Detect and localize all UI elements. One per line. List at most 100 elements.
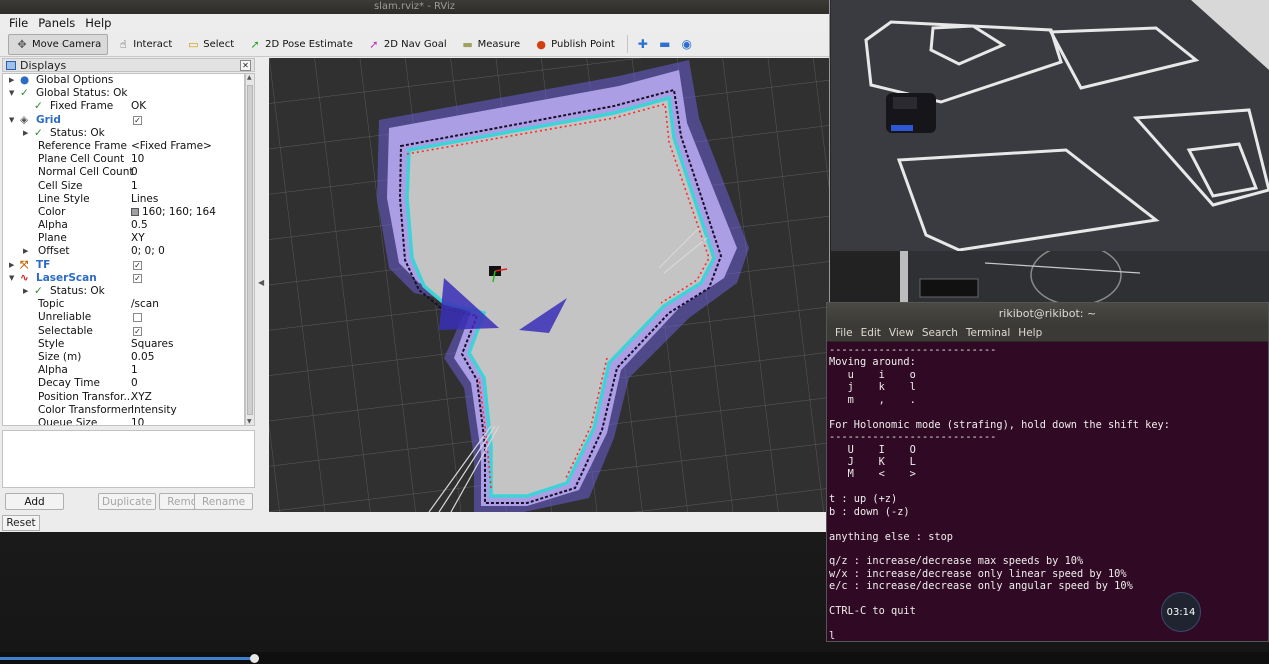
scrollbar-thumb[interactable] [247,85,253,415]
rviz-3d-view[interactable] [269,58,829,512]
tree-row-selectable[interactable]: Selectable ✓ [3,325,244,338]
tool-measure-button[interactable]: ▬ Measure [455,34,527,55]
row-value[interactable]: /scan [131,298,159,311]
row-value[interactable]: Intensity [131,404,177,417]
tool-interact-button[interactable]: ☝ Interact [110,34,178,55]
tree-row-status-ok[interactable]: ▶ ✓ Status: Ok [3,285,244,298]
scroll-down-icon[interactable]: ▼ [247,418,252,425]
tree-row-offset[interactable]: ▶ Offset 0; 0; 0 [3,245,244,258]
menu-file[interactable]: File [4,16,33,30]
terminal-menu-file[interactable]: File [831,327,857,339]
row-value[interactable]: Squares [131,338,173,351]
tree-row-global-options[interactable]: ▶ ● Global Options [3,74,244,87]
reset-button[interactable]: Reset [2,515,40,531]
tool-select-button[interactable]: ▭ Select [180,34,240,55]
expand-arrow-icon[interactable]: ▶ [23,285,28,298]
expand-arrow-icon[interactable]: ▶ [23,245,28,258]
row-checkbox[interactable]: ✓ [133,260,142,270]
tree-row-color-transformer[interactable]: Color Transformer Intensity [3,404,244,417]
collapse-arrow-icon[interactable]: ▼ [9,87,14,100]
tree-row-status-ok[interactable]: ▶ ✓ Status: Ok [3,127,244,140]
tool-2d-nav-goal-button[interactable]: ➚ 2D Nav Goal [361,34,453,55]
tree-row-plane[interactable]: Plane XY [3,232,244,245]
tree-row-size-m-[interactable]: Size (m) 0.05 [3,351,244,364]
map-canvas[interactable] [269,58,829,512]
terminal-menu-search[interactable]: Search [918,327,962,339]
collapse-arrow-icon[interactable]: ▼ [9,114,14,127]
row-value[interactable]: 0.05 [131,351,154,364]
row-label: Color Transformer [38,403,132,416]
menu-panels[interactable]: Panels [33,16,80,30]
expand-arrow-icon[interactable]: ▶ [9,259,14,272]
row-value[interactable]: 10 [131,153,144,166]
video-progress-knob[interactable] [249,654,259,663]
tree-row-grid[interactable]: ▼ ◈ Grid ✓ [3,114,244,127]
tool-label: Measure [477,38,521,50]
tree-row-global-status-ok[interactable]: ▼ ✓ Global Status: Ok [3,87,244,100]
row-value[interactable]: 0 [131,166,138,179]
terminal-menu-view[interactable]: View [885,327,918,339]
video-progress-fill [0,657,254,660]
row-value[interactable]: XY [131,232,145,245]
tree-row-color[interactable]: Color 160; 160; 164 [3,206,244,219]
row-value[interactable]: 1 [131,364,138,377]
tree-row-fixed-frame[interactable]: ✓ Fixed Frame OK [3,100,244,113]
tree-row-normal-cell-count[interactable]: Normal Cell Count 0 [3,166,244,179]
tree-row-unreliable[interactable]: Unreliable [3,311,244,324]
duplicate-button: Duplicate [98,493,156,510]
terminal-menu-terminal[interactable]: Terminal [962,327,1014,339]
minus-icon[interactable]: ▬ [654,35,676,53]
row-value[interactable]: XYZ [131,391,152,404]
close-icon[interactable]: ✕ [240,59,251,71]
tree-row-laserscan[interactable]: ▼ ∿ LaserScan ✓ [3,272,244,285]
terminal-title: rikibot@rikibot: ~ [827,303,1268,325]
row-value[interactable]: Lines [131,193,158,206]
row-value[interactable]: 0 [131,377,138,390]
tree-row-tf[interactable]: ▶ ⤧ TF ✓ [3,259,244,272]
tree-row-queue-size[interactable]: Queue Size 10 [3,417,244,425]
row-value[interactable]: OK [131,100,146,113]
expand-arrow-icon[interactable]: ▶ [23,127,28,140]
eye-icon[interactable]: ◉ [676,35,698,53]
collapse-panel-icon[interactable]: ◀ [258,278,264,287]
terminal-menu-help[interactable]: Help [1014,327,1046,339]
terminal-output[interactable]: --------------------------- Moving around… [827,342,1268,645]
tree-row-plane-cell-count[interactable]: Plane Cell Count 10 [3,153,244,166]
tree-row-position-transfor-[interactable]: Position Transfor... XYZ [3,391,244,404]
tree-row-alpha[interactable]: Alpha 1 [3,364,244,377]
terminal-menu-edit[interactable]: Edit [857,327,885,339]
tree-row-style[interactable]: Style Squares [3,338,244,351]
row-checkbox[interactable]: ✓ [133,273,142,283]
menu-help[interactable]: Help [80,16,116,30]
tool-2d-pose-estimate-button[interactable]: ➚ 2D Pose Estimate [242,34,359,55]
row-label: TF [36,258,51,271]
row-value[interactable]: 0; 0; 0 [131,245,165,258]
tool-publish-point-button[interactable]: ● Publish Point [528,34,621,55]
row-checkbox[interactable]: ✓ [133,115,142,125]
row-value[interactable]: 160; 160; 164 [131,206,216,219]
row-label: Cell Size [38,179,83,192]
row-value[interactable]: 0.5 [131,219,148,232]
tree-row-reference-frame[interactable]: Reference Frame <Fixed Frame> [3,140,244,153]
row-value[interactable]: <Fixed Frame> [131,140,212,153]
tree-row-alpha[interactable]: Alpha 0.5 [3,219,244,232]
displays-tree[interactable]: ▶ ● Global Options ▼ ✓ Global Status: Ok ✓ Fixe… [2,73,245,426]
tree-row-cell-size[interactable]: Cell Size 1 [3,180,244,193]
tree-row-decay-time[interactable]: Decay Time 0 [3,377,244,390]
grid-icon: ◈ [20,113,29,126]
row-value[interactable]: 1 [131,180,138,193]
tree-row-topic[interactable]: Topic/scan [3,298,244,311]
tree-row-line-style[interactable]: Line Style Lines [3,193,244,206]
add-button[interactable]: Add [5,493,64,510]
scroll-up-icon[interactable]: ▲ [247,74,252,81]
row-checkbox[interactable] [133,313,142,323]
tree-scrollbar[interactable]: ▲ ▼ [245,73,255,426]
terminal-window[interactable]: rikibot@rikibot: ~ File Edit View Search Ter… [826,302,1269,642]
tool-label: 2D Pose Estimate [265,38,353,50]
collapse-arrow-icon[interactable]: ▼ [9,272,14,285]
row-checkbox[interactable]: ✓ [133,326,142,336]
expand-arrow-icon[interactable]: ▶ [9,74,14,87]
plus-icon[interactable]: ✚ [632,35,654,53]
row-value[interactable]: 10 [131,417,144,425]
tool-move-camera-button[interactable]: ✥ Move Camera [8,33,109,55]
